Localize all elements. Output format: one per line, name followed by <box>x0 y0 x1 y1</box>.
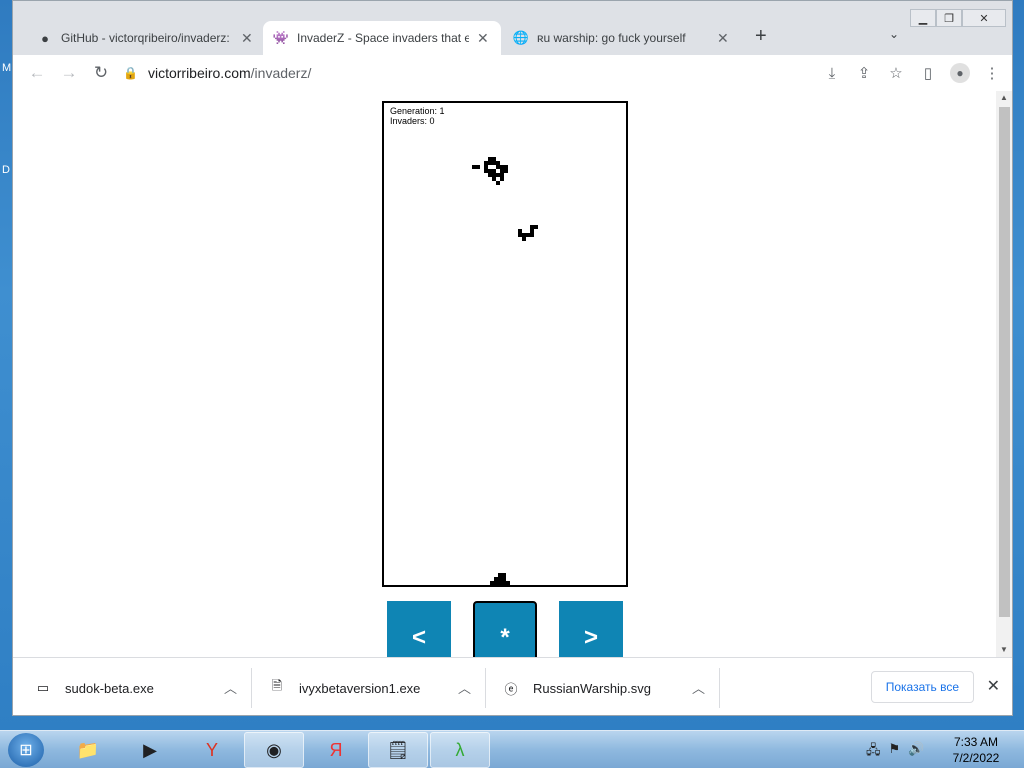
clock-date: 7/2/2022 <box>952 751 1000 765</box>
start-button[interactable]: ⊞ <box>8 733 44 767</box>
game-canvas: Generation: 1 Invaders: 0 <box>382 101 628 587</box>
sprite-pixel <box>504 169 508 173</box>
chevron-up-icon[interactable]: ︿ <box>224 678 237 697</box>
tab-github[interactable]: ● GitHub - victorqribeiro/invaderz: ✕ <box>27 21 263 55</box>
yandex-browser-icon[interactable]: Y <box>182 732 242 768</box>
scroll-thumb[interactable] <box>999 107 1010 617</box>
media-player-icon[interactable]: ▶ <box>120 732 180 768</box>
flag-icon[interactable]: ⚑ <box>889 741 901 763</box>
game-hud: Generation: 1 Invaders: 0 <box>390 106 445 126</box>
page-scrollbar[interactable]: ▲ ▼ <box>996 91 1012 657</box>
tab-title: InvaderZ - Space invaders that ev <box>297 31 469 45</box>
tab-invaderz[interactable]: 👾 InvaderZ - Space invaders that ev ✕ <box>263 21 501 55</box>
move-left-button[interactable]: < <box>387 601 451 657</box>
profile-avatar[interactable]: ● <box>950 63 970 83</box>
system-tray: 🖧 ⚑ 🔊 <box>866 741 924 763</box>
invader-sprite <box>518 225 538 243</box>
exe-file-icon: ▭ <box>36 680 50 695</box>
tab-strip: ● GitHub - victorqribeiro/invaderz: ✕ 👾 … <box>13 19 1012 55</box>
browser-window: ▁ ❐ ✕ ● GitHub - victorqribeiro/invaderz… <box>12 0 1013 716</box>
toolbar: ← → ↻ 🔒 victorribeiro.com/invaderz/ ⤓ ⇪ … <box>13 55 1012 91</box>
sprite-pixel <box>534 225 538 229</box>
notepad-icon[interactable]: 🗒 <box>368 732 428 768</box>
sprite-pixel <box>522 237 526 241</box>
side-panel-icon[interactable]: ▯ <box>918 63 938 83</box>
chevron-up-icon[interactable]: ︿ <box>692 678 705 697</box>
show-all-button[interactable]: Показать все <box>870 671 974 703</box>
player-ship <box>490 573 510 587</box>
divider <box>719 668 720 708</box>
invader-sprite <box>472 157 512 187</box>
volume-icon[interactable]: 🔊 <box>908 741 924 763</box>
explorer-icon[interactable]: 📁 <box>58 732 118 768</box>
generation-counter: Generation: 1 <box>390 106 445 116</box>
url-text: victorribeiro.com/invaderz/ <box>148 65 311 81</box>
close-downloads-icon[interactable]: ✕ <box>987 676 1000 696</box>
move-right-button[interactable]: > <box>559 601 623 657</box>
share-icon[interactable]: ⇪ <box>854 63 874 83</box>
globe-icon: 🌐 <box>512 30 530 45</box>
download-item[interactable]: 🗎 ivyxbetaversion1.exe ︿ <box>247 658 485 715</box>
desktop-icon-label[interactable]: M <box>2 62 11 74</box>
scroll-down-arrow-icon[interactable]: ▼ <box>996 643 1012 657</box>
yandex-icon[interactable]: Я <box>306 732 366 768</box>
forward-button[interactable]: → <box>53 63 85 83</box>
toolbar-actions: ⤓ ⇪ ☆ ▯ ● ⋮ <box>822 63 1002 83</box>
sprite-pixel <box>530 233 534 237</box>
tab-search-icon[interactable]: ⌄ <box>889 27 899 41</box>
desktop-icon-label[interactable]: D <box>2 164 10 176</box>
bookmark-star-icon[interactable]: ☆ <box>886 63 906 83</box>
download-item[interactable]: ⓔ RussianWarship.svg ︿ <box>481 658 719 715</box>
page-viewport: Generation: 1 Invaders: 0 < * > ▲ ▼ <box>13 91 1012 657</box>
github-icon: ● <box>41 30 49 46</box>
game-controls: < * > <box>387 601 627 657</box>
download-filename: sudok-beta.exe <box>65 680 154 696</box>
lambda-icon[interactable]: λ <box>430 732 490 768</box>
tab-warship[interactable]: 🌐 ʀu warship: go fuck yourself ✕ <box>503 21 739 55</box>
downloads-bar: ▭ sudok-beta.exe ︿ 🗎 ivyxbetaversion1.ex… <box>13 657 1012 715</box>
new-tab-button[interactable]: + <box>755 25 767 48</box>
tab-title: ʀu warship: go fuck yourself <box>537 31 686 45</box>
close-tab-icon[interactable]: ✕ <box>477 30 489 47</box>
close-tab-icon[interactable]: ✕ <box>241 30 253 47</box>
download-filename: ivyxbetaversion1.exe <box>299 680 421 696</box>
url-path: /invaderz/ <box>250 65 312 81</box>
fire-button[interactable]: * <box>473 601 537 657</box>
download-filename: RussianWarship.svg <box>533 680 652 696</box>
close-tab-icon[interactable]: ✕ <box>717 30 729 47</box>
back-button[interactable]: ← <box>21 63 53 83</box>
sprite-pixel <box>506 581 510 585</box>
download-item[interactable]: ▭ sudok-beta.exe ︿ <box>13 658 251 715</box>
sprite-pixel <box>476 165 480 169</box>
invaders-counter: Invaders: 0 <box>390 116 435 126</box>
edge-file-icon: ⓔ <box>504 681 518 697</box>
chevron-up-icon[interactable]: ︿ <box>458 678 471 697</box>
sprite-pixel <box>496 181 500 185</box>
network-icon[interactable]: 🖧 <box>866 741 881 763</box>
taskbar: ⊞ 📁 ▶ Y ◉ Я 🗒 λ 🖧 ⚑ 🔊 7:33 AM 7/2/2022 <box>0 730 1024 768</box>
installer-file-icon: 🗎 <box>271 678 283 693</box>
clock[interactable]: 7:33 AM 7/2/2022 <box>936 734 1016 766</box>
install-app-icon[interactable]: ⤓ <box>822 63 842 83</box>
tab-title: GitHub - victorqribeiro/invaderz: <box>61 31 230 45</box>
url-host: victorribeiro.com <box>147 65 251 81</box>
sprite-pixel <box>500 177 504 181</box>
menu-kebab-icon[interactable]: ⋮ <box>982 63 1002 83</box>
clock-time: 7:33 AM <box>953 735 999 749</box>
lock-icon[interactable]: 🔒 <box>123 66 138 80</box>
chrome-icon[interactable]: ◉ <box>244 732 304 768</box>
invader-icon: 👾 <box>272 30 290 45</box>
reload-button[interactable]: ↻ <box>85 63 117 83</box>
scroll-up-arrow-icon[interactable]: ▲ <box>996 91 1012 105</box>
